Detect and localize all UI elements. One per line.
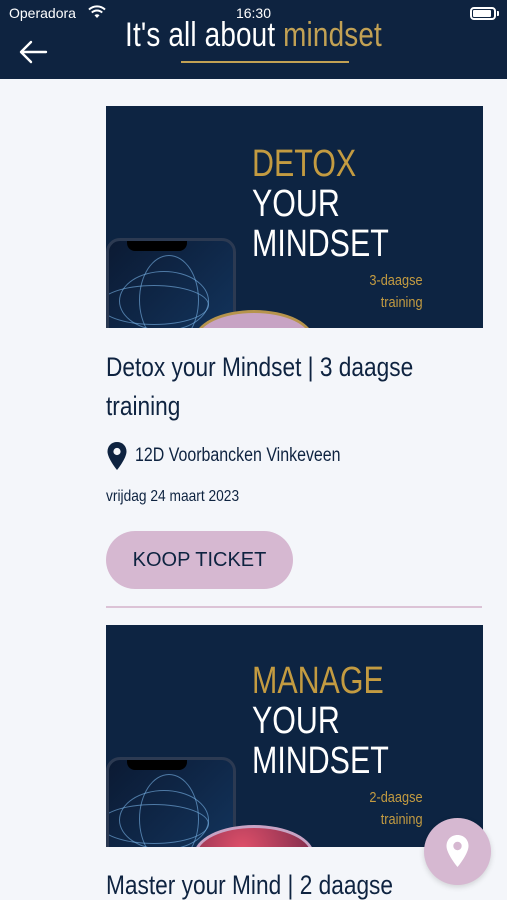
event-title[interactable]: Master your Mind | 2 daagse [106, 866, 408, 900]
image-headline-1: DETOX [252, 143, 357, 185]
page-title: It's all about mindset [46, 16, 462, 55]
map-pin-icon [446, 835, 469, 867]
event-title-line-1: Detox your Mindset | 3 daagse [106, 352, 414, 382]
app-header: Operadora 16:30 It's all about mindset [0, 0, 507, 79]
image-subtitle-1: 2-daagse [369, 789, 423, 806]
map-button[interactable] [424, 818, 491, 885]
location-text: 12D Voorbancken Vinkeveen [135, 445, 341, 466]
buy-ticket-button[interactable]: KOOP TICKET [106, 531, 293, 589]
image-headline-2: YOUR [252, 183, 340, 225]
image-headline-3: MINDSET [252, 740, 389, 782]
event-image-detox[interactable]: DETOX YOUR MINDSET 3-daagse training [106, 106, 483, 328]
event-image-manage[interactable]: MANAGE YOUR MINDSET 2-daagse training [106, 625, 483, 847]
battery-icon [470, 7, 499, 20]
event-title[interactable]: Detox your Mindset | 3 daagse training [106, 348, 414, 426]
event-title-line-2: training [106, 391, 181, 421]
image-headline-2: YOUR [252, 700, 340, 742]
event-title-line-1: Master your Mind | 2 daagse [106, 870, 394, 900]
location-pin-icon [107, 442, 127, 470]
card-divider [106, 606, 482, 608]
image-headline-1: MANAGE [252, 660, 384, 702]
page-title-accent: mindset [283, 16, 382, 54]
arrow-left-icon[interactable] [18, 38, 48, 66]
image-subtitle-2: training [381, 811, 423, 828]
page-title-prefix: It's all about [125, 16, 284, 54]
title-underline [181, 61, 349, 63]
event-date: vrijdag 24 maart 2023 [106, 488, 240, 505]
image-subtitle-1: 3-daagse [369, 272, 423, 289]
phone-illustration [106, 238, 236, 328]
image-headline-3: MINDSET [252, 223, 389, 265]
image-subtitle-2: training [381, 294, 423, 311]
event-location: 12D Voorbancken Vinkeveen [106, 441, 380, 471]
